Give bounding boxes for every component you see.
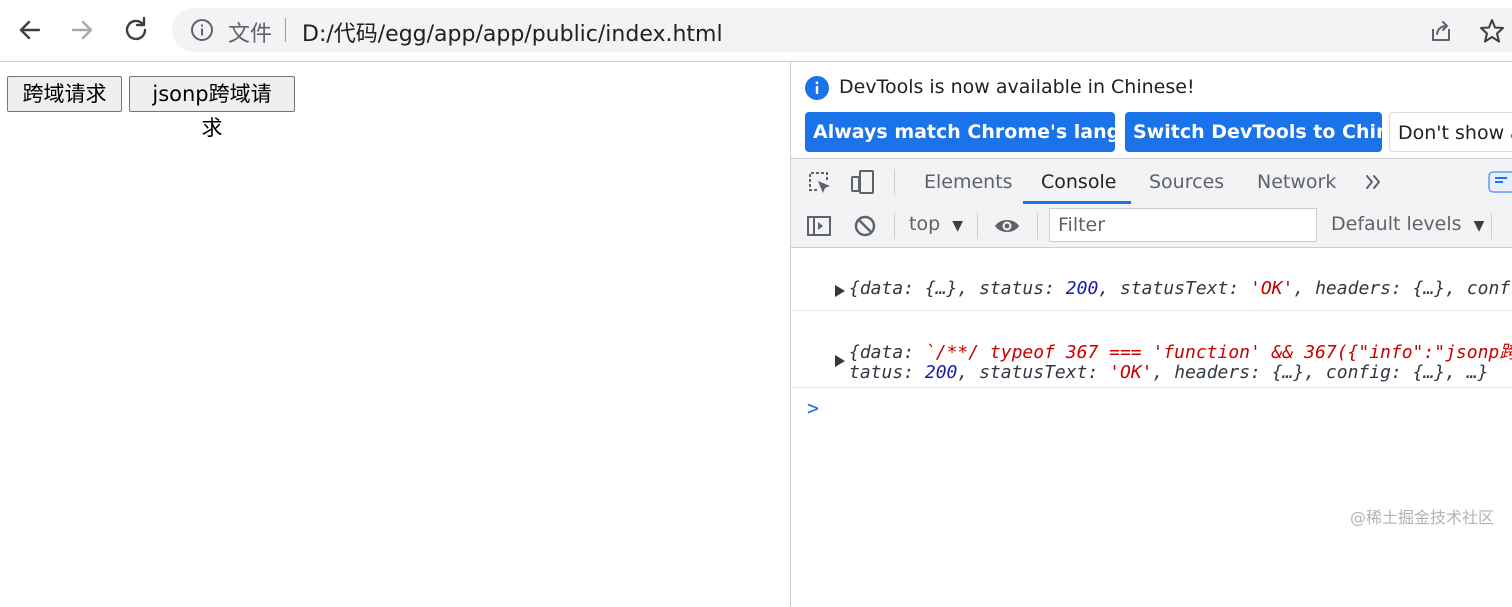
reload-button[interactable] xyxy=(120,14,152,46)
active-tab-indicator xyxy=(1023,201,1131,204)
always-match-language-button[interactable]: Always match Chrome's language xyxy=(805,112,1173,152)
clear-console-icon[interactable] xyxy=(851,212,879,240)
log-text-continued: tatus: 200, statusText: 'OK', headers: {… xyxy=(849,362,1488,383)
log-token: { xyxy=(849,342,860,363)
consolebar-divider xyxy=(1037,213,1038,239)
log-token: statusText xyxy=(1119,278,1229,299)
log-token: headers xyxy=(1315,278,1391,299)
tabbar-divider xyxy=(894,169,895,195)
browser-toolbar: 文件 D:/代码/egg/app/app/public/index.html xyxy=(0,0,1512,62)
log-token: { xyxy=(849,278,860,299)
log-token: statusText xyxy=(979,362,1088,383)
url-scheme-label: 文件 xyxy=(228,22,273,47)
info-icon[interactable] xyxy=(190,18,214,42)
expand-triangle-icon[interactable] xyxy=(835,355,845,367)
issues-badge-icon[interactable] xyxy=(1487,168,1512,196)
log-token: : {…}, xyxy=(1250,362,1326,383)
log-token: : xyxy=(1087,362,1110,383)
back-button[interactable] xyxy=(14,14,46,46)
console-filter xyxy=(1049,208,1317,242)
language-infobar: DevTools is now available in Chinese! Al… xyxy=(791,62,1512,158)
consolebar-divider xyxy=(894,213,895,239)
consolebar-divider xyxy=(1491,213,1492,239)
watermark: @稀土掘金技术社区 xyxy=(1349,508,1494,527)
expand-triangle-icon[interactable] xyxy=(835,285,845,297)
log-token: 200 xyxy=(1065,278,1099,299)
infobar-message: DevTools is now available in Chinese! xyxy=(839,76,1195,98)
dont-show-again-button[interactable]: Don't show a xyxy=(1389,112,1512,152)
console-message-1[interactable]: {data: {…}, status: 200, statusText: 'OK… xyxy=(791,248,1512,311)
arrow-right-icon xyxy=(71,20,93,40)
log-token: conf xyxy=(1466,278,1511,299)
page-viewport: 跨域请求 jsonp跨域请求 xyxy=(0,62,790,607)
console-message-2[interactable]: {data: `/**/ typeof 367 === 'function' &… xyxy=(791,311,1512,388)
log-token: `/**/ typeof 367 === 'function' && 367({… xyxy=(924,342,1512,363)
log-token: 'OK' xyxy=(1109,362,1153,383)
sidebar-toggle-icon[interactable] xyxy=(805,212,833,240)
url-divider xyxy=(285,18,286,42)
address-bar[interactable]: 文件 D:/代码/egg/app/app/public/index.html xyxy=(172,8,1512,52)
log-text: {data: `/**/ typeof 367 === 'function' &… xyxy=(849,338,1512,364)
log-token: : xyxy=(1044,278,1066,299)
log-token: : {…}, xyxy=(1390,278,1467,299)
tab-network[interactable]: Network xyxy=(1257,159,1336,205)
more-tabs-chevron-icon[interactable] xyxy=(1359,168,1387,196)
context-selector[interactable]: top ▼ xyxy=(909,213,963,235)
share-icon[interactable] xyxy=(1428,18,1454,44)
log-token: : {…}, …} xyxy=(1390,362,1489,383)
log-levels-label: Default levels xyxy=(1331,213,1462,235)
log-token: 'OK' xyxy=(1250,278,1294,299)
device-toolbar-icon[interactable] xyxy=(849,168,877,196)
log-levels-dropdown[interactable]: Default levels ▼ xyxy=(1331,213,1484,235)
log-token: : {…}, xyxy=(903,278,980,299)
log-token: , xyxy=(1098,278,1120,299)
log-token: config xyxy=(1325,362,1391,383)
filter-input[interactable] xyxy=(1056,209,1310,241)
log-token: , xyxy=(957,362,980,383)
log-token: status xyxy=(979,278,1045,299)
live-expression-eye-icon[interactable] xyxy=(993,212,1021,240)
consolebar-divider xyxy=(977,213,978,239)
forward-button[interactable] xyxy=(66,14,98,46)
log-text: {data: {…}, status: 200, statusText: 'OK… xyxy=(849,278,1510,299)
console-prompt[interactable]: > xyxy=(807,396,819,420)
log-token: : xyxy=(903,342,925,363)
log-token: data xyxy=(859,278,904,299)
inspect-element-icon[interactable] xyxy=(805,168,833,196)
log-token: tatus xyxy=(849,362,904,383)
dropdown-arrow-icon: ▼ xyxy=(952,218,963,234)
log-token: data xyxy=(859,342,904,363)
context-label: top xyxy=(909,213,941,235)
tab-console[interactable]: Console xyxy=(1041,159,1116,205)
info-icon xyxy=(805,76,829,100)
switch-to-chinese-button[interactable]: Switch DevTools to Chinese xyxy=(1125,112,1427,152)
bookmark-star-icon[interactable] xyxy=(1478,17,1506,45)
log-token: headers xyxy=(1174,362,1251,383)
log-token: , xyxy=(1152,362,1175,383)
log-token: : xyxy=(1228,278,1251,299)
log-token: , xyxy=(1293,278,1316,299)
devtools-tabbar: Elements Console Sources Network xyxy=(791,158,1512,206)
dropdown-arrow-icon: ▼ xyxy=(1473,218,1485,234)
reload-icon xyxy=(125,16,147,41)
log-token: 200 xyxy=(924,362,958,383)
url-text[interactable]: D:/代码/egg/app/app/public/index.html xyxy=(302,16,723,48)
tab-elements[interactable]: Elements xyxy=(924,159,1013,205)
console-toolbar: top ▼ Default levels ▼ xyxy=(791,205,1512,248)
jsonp-request-button[interactable]: jsonp跨域请求 xyxy=(129,76,295,140)
cors-request-button[interactable]: 跨域请求 xyxy=(7,76,122,112)
log-token: : xyxy=(903,362,925,383)
arrow-left-icon xyxy=(19,20,41,40)
tab-sources[interactable]: Sources xyxy=(1149,159,1224,205)
